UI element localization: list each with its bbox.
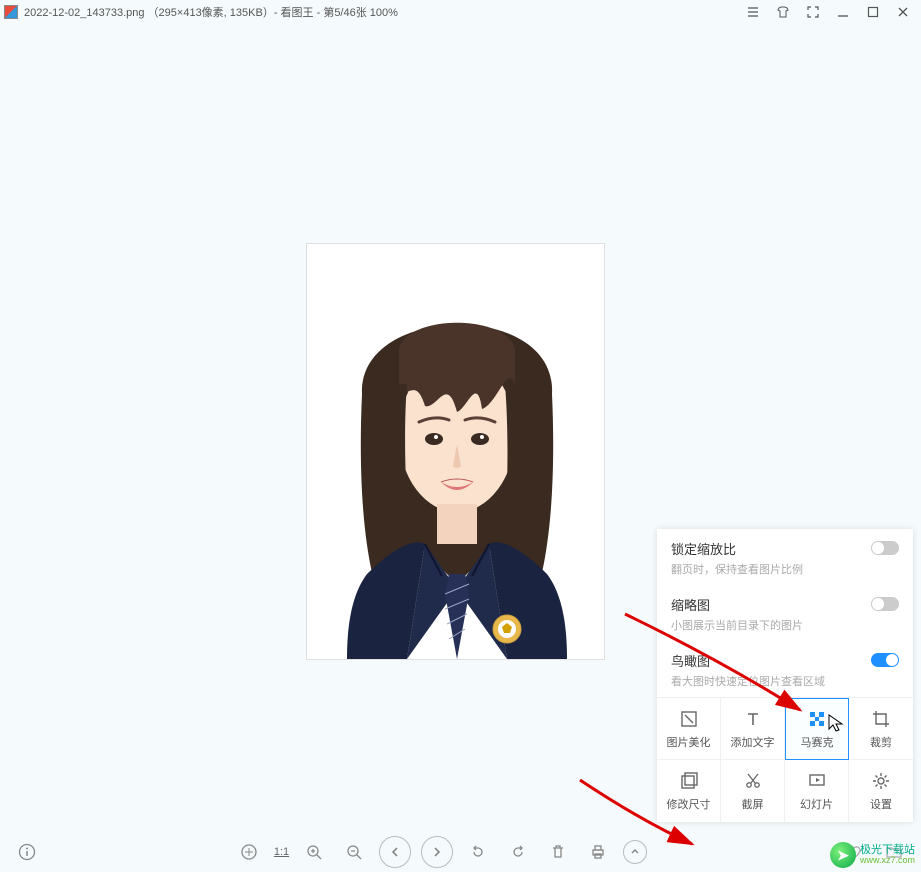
lock-zoom-switch[interactable]: [871, 541, 899, 555]
settings-button[interactable]: 设置: [849, 760, 913, 822]
actual-size-button[interactable]: 1:1: [274, 837, 289, 867]
mosaic-label: 马赛克: [801, 734, 834, 750]
birdview-row: 鸟瞰图 看大图时快速定位图片查看区域: [657, 641, 913, 697]
lock-zoom-title: 锁定缩放比: [671, 539, 863, 558]
thumbnail-row: 缩略图 小图展示当前目录下的图片: [657, 585, 913, 641]
info-icon[interactable]: [12, 837, 42, 867]
maximize-button[interactable]: [865, 4, 881, 20]
resize-button[interactable]: 修改尺寸: [657, 760, 721, 822]
minimize-button[interactable]: [835, 4, 851, 20]
thumbnail-switch[interactable]: [871, 597, 899, 611]
lock-zoom-desc: 翻页时，保持查看图片比例: [671, 561, 863, 577]
crop-label: 裁剪: [870, 734, 892, 750]
rotate-left-icon[interactable]: [463, 837, 493, 867]
add-text-label: 添加文字: [731, 734, 775, 750]
settings-label: 设置: [870, 796, 892, 812]
text-icon: [742, 708, 764, 730]
tool-grid: 图片美化 添加文字 马赛克 裁剪 修改尺寸 截屏 幻灯片 设置: [657, 697, 913, 822]
shirt-icon[interactable]: [775, 4, 791, 20]
scissors-icon: [742, 770, 764, 792]
titlebar: 2022-12-02_143733.png （295×413像素, 135KB）…: [0, 0, 921, 24]
slideshow-button[interactable]: 幻灯片: [785, 760, 849, 822]
folder-icon[interactable]: [879, 837, 909, 867]
displayed-image: [307, 244, 604, 659]
prev-button[interactable]: [379, 836, 411, 868]
zoom-in-icon[interactable]: [299, 837, 329, 867]
thumbnail-desc: 小图展示当前目录下的图片: [671, 617, 863, 633]
mosaic-button[interactable]: 马赛克: [785, 698, 849, 760]
screenshot-button[interactable]: 截屏: [721, 760, 785, 822]
zoom-out-icon[interactable]: [339, 837, 369, 867]
slideshow-icon: [806, 770, 828, 792]
lock-zoom-row: 锁定缩放比 翻页时，保持查看图片比例: [657, 529, 913, 585]
print-icon[interactable]: [583, 837, 613, 867]
beautify-label: 图片美化: [667, 734, 711, 750]
app-icon: [4, 5, 18, 19]
menu-icon[interactable]: [745, 4, 761, 20]
resize-label: 修改尺寸: [667, 796, 711, 812]
birdview-switch[interactable]: [871, 653, 899, 667]
resize-icon: [678, 770, 700, 792]
birdview-desc: 看大图时快速定位图片查看区域: [671, 673, 863, 689]
thumbnail-title: 缩略图: [671, 595, 863, 614]
gear-icon: [870, 770, 892, 792]
close-button[interactable]: [895, 4, 911, 20]
fit-screen-icon[interactable]: [234, 837, 264, 867]
add-text-button[interactable]: 添加文字: [721, 698, 785, 760]
delete-icon[interactable]: [543, 837, 573, 867]
mosaic-icon: [806, 708, 828, 730]
fullscreen-icon[interactable]: [805, 4, 821, 20]
bottom-toolbar: 1:1: [0, 832, 921, 872]
beautify-button[interactable]: 图片美化: [657, 698, 721, 760]
birdview-title: 鸟瞰图: [671, 651, 863, 670]
screenshot-label: 截屏: [742, 796, 764, 812]
more-tools-button[interactable]: [623, 840, 647, 864]
window-controls: [745, 4, 917, 20]
rotate-right-icon[interactable]: [503, 837, 533, 867]
tools-popup: 锁定缩放比 翻页时，保持查看图片比例 缩略图 小图展示当前目录下的图片 鸟瞰图 …: [657, 529, 913, 822]
beautify-icon: [678, 708, 700, 730]
next-button[interactable]: [421, 836, 453, 868]
favorite-icon[interactable]: [839, 837, 869, 867]
slideshow-label: 幻灯片: [800, 796, 833, 812]
crop-button[interactable]: 裁剪: [849, 698, 913, 760]
crop-icon: [870, 708, 892, 730]
window-title: 2022-12-02_143733.png （295×413像素, 135KB）…: [24, 4, 398, 20]
